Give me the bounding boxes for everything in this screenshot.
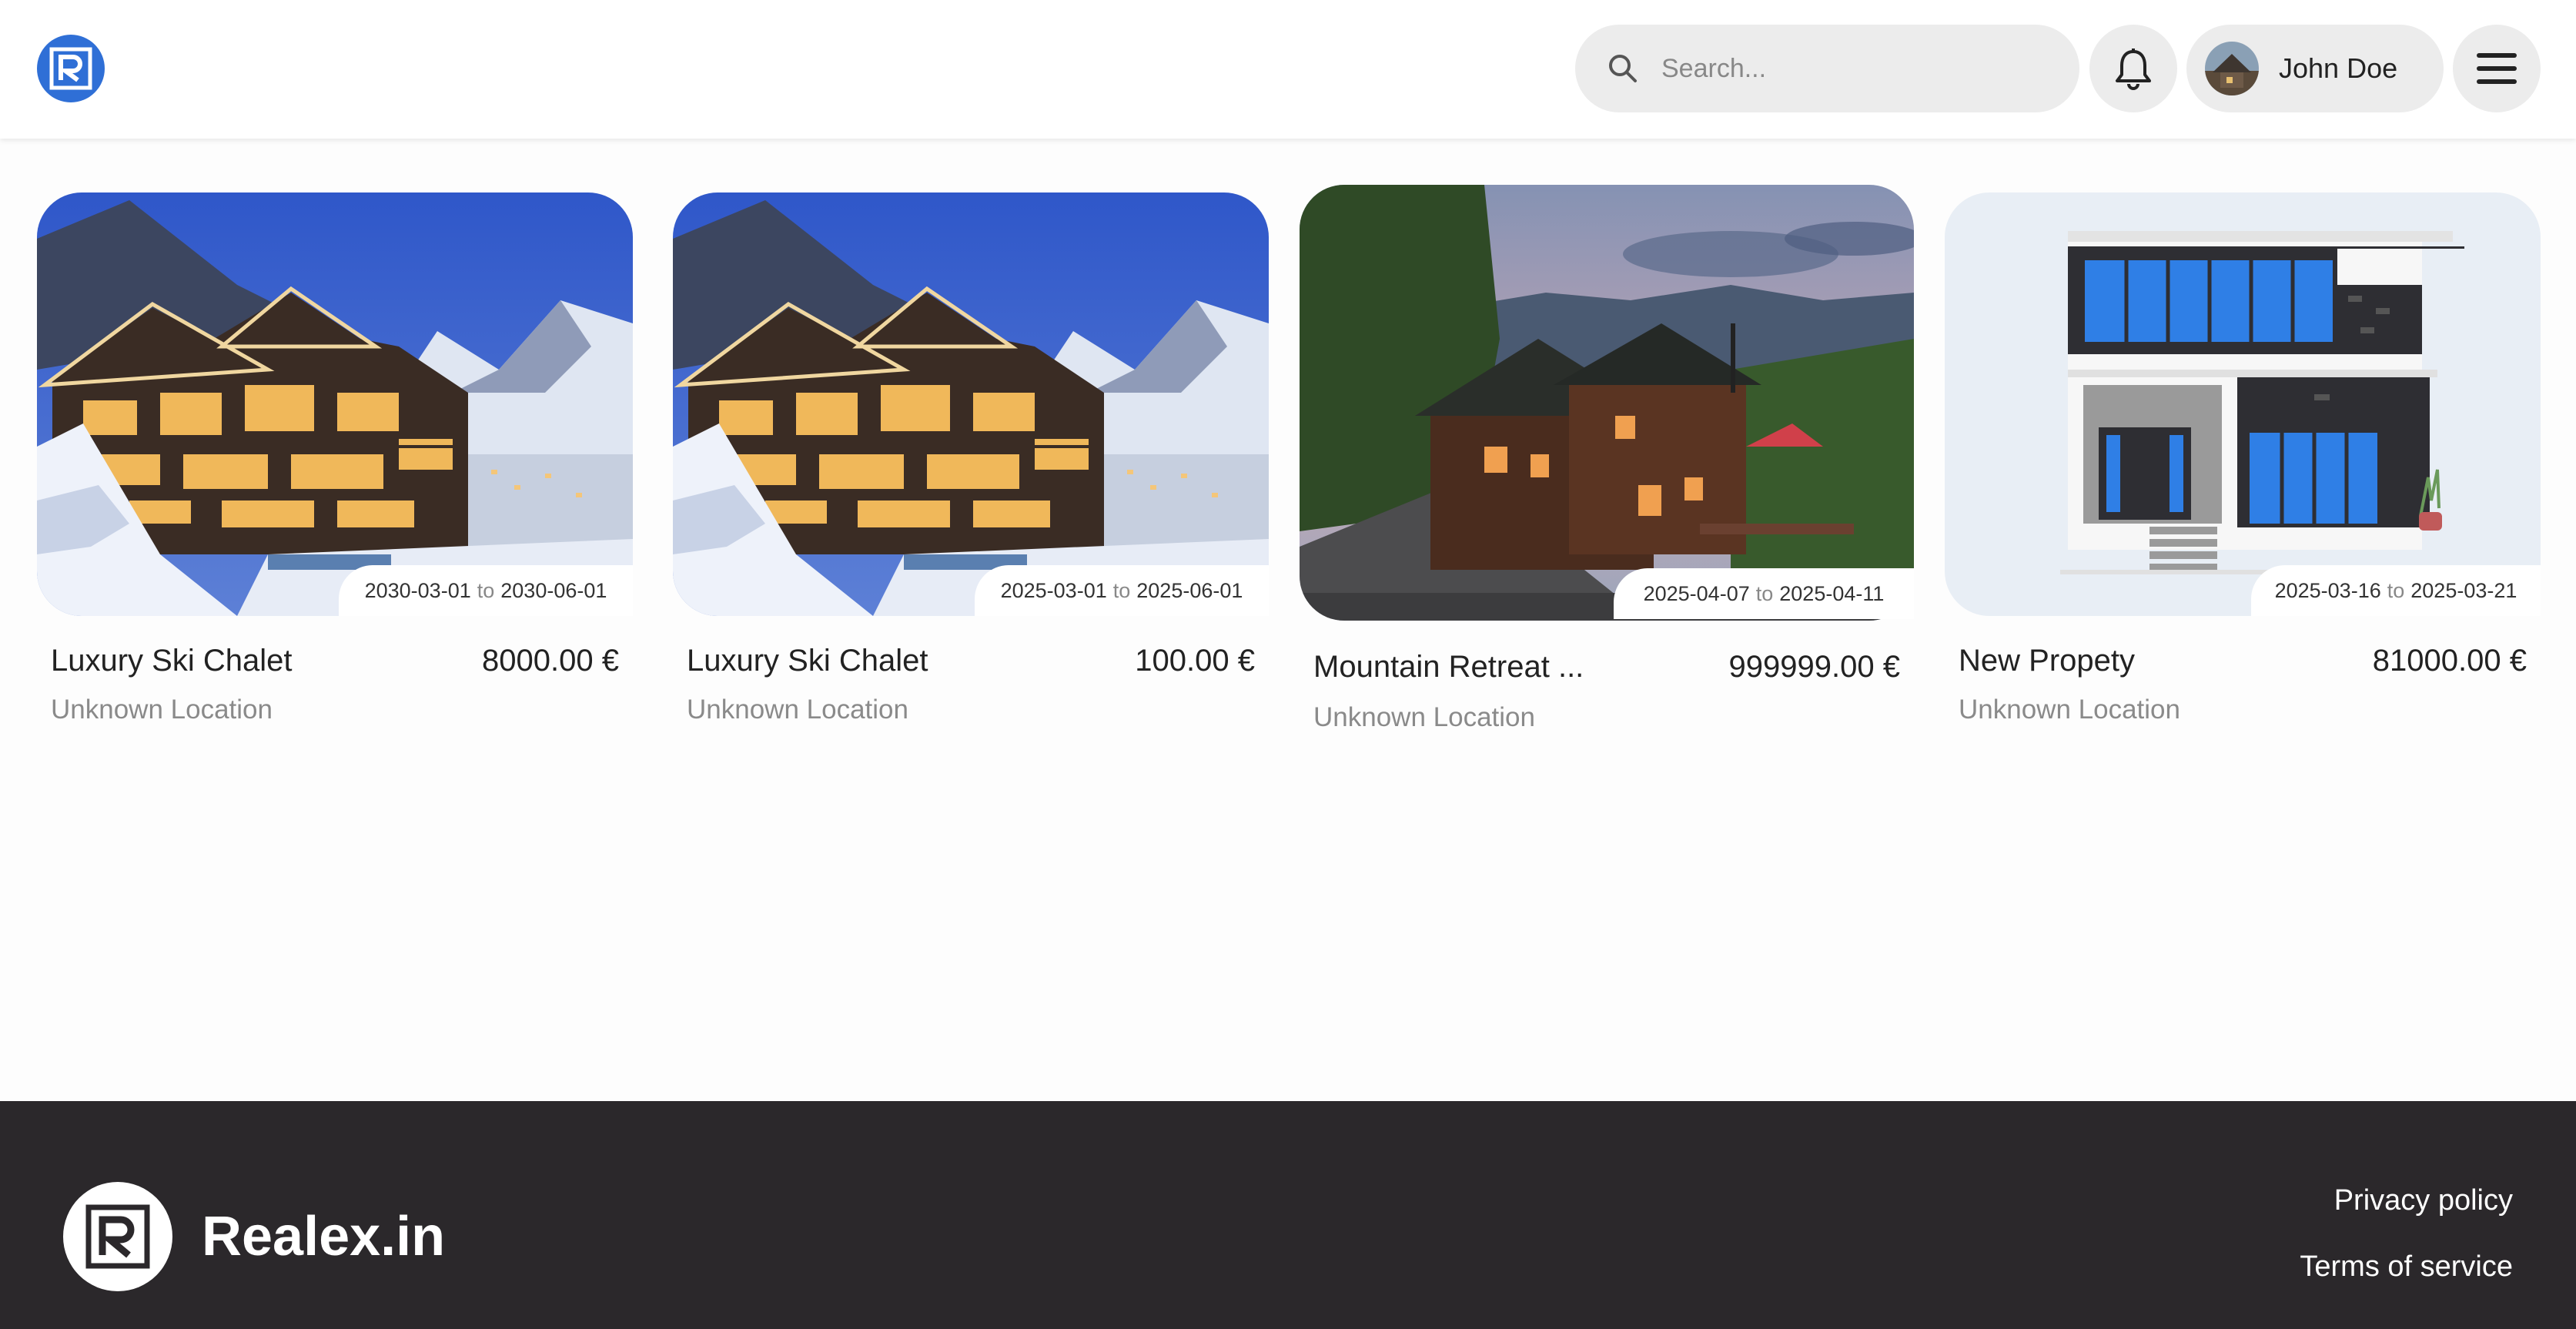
listing-title[interactable]: Mountain Retreat ... (1313, 650, 1584, 685)
listing-image[interactable] (673, 192, 1269, 616)
menu-icon (2477, 53, 2517, 84)
top-header: John Doe (0, 0, 2576, 139)
listing-location: Unknown Location (51, 695, 273, 725)
listing-image[interactable] (37, 192, 633, 616)
listing-price: 100.00 € (1135, 644, 1255, 678)
search-bar[interactable] (1575, 25, 2079, 112)
avatar (2205, 42, 2259, 95)
listing-price: 999999.00 € (1728, 650, 1900, 684)
site-footer: Realex.in Privacy policy Terms of servic… (0, 1101, 2576, 1329)
listing-location: Unknown Location (1313, 702, 1535, 732)
date-from: 2030-03-01 (364, 578, 471, 602)
footer-logo-icon[interactable] (63, 1182, 172, 1291)
listing-title[interactable]: Luxury Ski Chalet (51, 644, 292, 678)
search-input[interactable] (1661, 53, 2046, 84)
user-menu-button[interactable]: John Doe (2186, 25, 2444, 112)
logo-icon[interactable] (37, 35, 105, 102)
date-to: 2025-03-21 (2410, 578, 2517, 602)
bell-icon (2116, 49, 2151, 90)
date-separator: to (2387, 578, 2405, 602)
date-range-badge: 2025-03-01 to 2025-06-01 (975, 565, 1269, 616)
date-to: 2025-06-01 (1136, 578, 1243, 602)
listing-title[interactable]: New Propety (1959, 644, 2135, 678)
search-icon (1609, 55, 1637, 82)
date-from: 2025-03-01 (1000, 578, 1107, 602)
notifications-button[interactable] (2089, 25, 2177, 112)
terms-of-service-link[interactable]: Terms of service (2300, 1250, 2513, 1284)
listing-price: 8000.00 € (482, 644, 619, 678)
date-separator: to (1755, 581, 1774, 605)
listing-image[interactable] (1300, 185, 1914, 621)
date-from: 2025-04-07 (1643, 581, 1750, 605)
hamburger-menu-button[interactable] (2453, 25, 2541, 112)
date-range-badge: 2025-04-07 to 2025-04-11 (1614, 568, 1914, 619)
date-range-badge: 2025-03-16 to 2025-03-21 (2251, 565, 2541, 616)
date-separator: to (1112, 578, 1131, 602)
date-to: 2025-04-11 (1779, 581, 1885, 605)
date-range-badge: 2030-03-01 to 2030-06-01 (339, 565, 633, 616)
listing-location: Unknown Location (687, 695, 908, 725)
listing-image[interactable] (1945, 192, 2541, 616)
listing-price: 81000.00 € (2372, 644, 2527, 678)
footer-brand-name: Realex.in (202, 1206, 446, 1267)
date-separator: to (477, 578, 495, 602)
listing-title[interactable]: Luxury Ski Chalet (687, 644, 928, 678)
user-name: John Doe (2279, 52, 2398, 84)
date-from: 2025-03-16 (2274, 578, 2381, 602)
date-to: 2030-06-01 (500, 578, 607, 602)
privacy-policy-link[interactable]: Privacy policy (2334, 1184, 2513, 1217)
listing-location: Unknown Location (1959, 695, 2180, 725)
